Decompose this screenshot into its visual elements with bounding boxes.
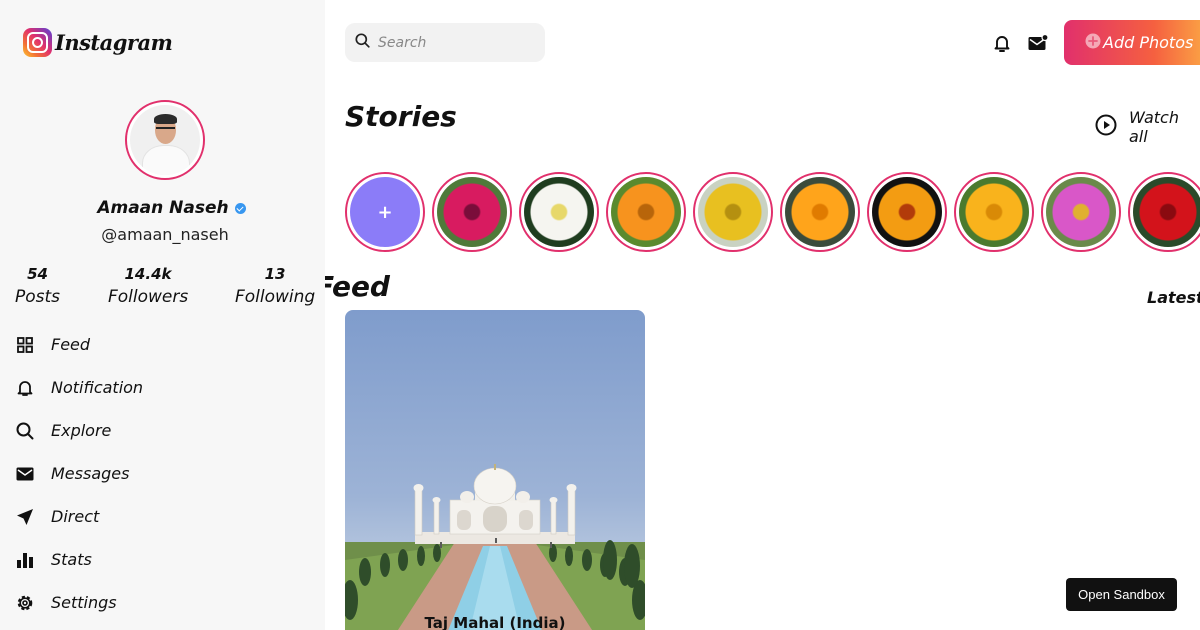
- flower-story-thumbnail: [524, 177, 594, 247]
- flower-story-thumbnail: [698, 177, 768, 247]
- avatar-photo: [130, 105, 200, 175]
- add-photos-label: Add Photos: [1103, 33, 1194, 52]
- stories-row: +: [345, 172, 1200, 252]
- stat-following[interactable]: 13 Following: [235, 265, 315, 307]
- profile-avatar[interactable]: [125, 100, 205, 180]
- story-item[interactable]: [1041, 172, 1121, 252]
- flower-icon: [791, 183, 849, 241]
- sidebar-item-label: Explore: [51, 421, 112, 440]
- sidebar-item-settings[interactable]: Settings: [16, 581, 143, 624]
- profile-name-row: Amaan Naseh: [0, 198, 325, 218]
- flower-icon: [704, 183, 762, 241]
- stat-followers[interactable]: 14.4k Followers: [108, 265, 188, 307]
- flower-icon: [878, 183, 936, 241]
- add-story-avatar: +: [350, 177, 420, 247]
- flower-icon: [1139, 183, 1197, 241]
- flower-story-thumbnail: [1046, 177, 1116, 247]
- search-icon: [16, 422, 34, 440]
- plus-circle-icon: [1085, 33, 1101, 53]
- sidebar-item-stats[interactable]: Stats: [16, 538, 143, 581]
- plus-icon: +: [377, 201, 393, 223]
- send-icon: [16, 508, 34, 526]
- brand-wordmark: Instagram: [55, 30, 173, 55]
- gear-icon: [16, 594, 34, 612]
- stat-value: 54: [27, 265, 48, 283]
- instagram-logo-icon: [23, 28, 52, 57]
- play-circle-icon: [1095, 114, 1117, 140]
- stat-value: 13: [264, 265, 286, 283]
- flower-icon: [443, 183, 501, 241]
- post-caption: Taj Mahal (India): [424, 614, 566, 630]
- flower-story-thumbnail: [1133, 177, 1200, 247]
- flower-icon: [965, 183, 1023, 241]
- flower-icon: [530, 183, 588, 241]
- brand-logo[interactable]: Instagram: [23, 28, 173, 57]
- feed-title: Feed: [325, 270, 390, 303]
- flower-story-thumbnail: [785, 177, 855, 247]
- stat-label: Following: [235, 287, 316, 307]
- sidebar-item-messages[interactable]: Messages: [16, 452, 143, 495]
- watch-all-button[interactable]: Watch all: [1095, 108, 1200, 146]
- stat-value: 14.4k: [124, 265, 172, 283]
- sidebar-item-label: Messages: [51, 464, 130, 483]
- search-icon: [355, 33, 370, 52]
- sidebar-item-notification[interactable]: Notification: [16, 366, 143, 409]
- flower-story-thumbnail: [959, 177, 1029, 247]
- flower-icon: [617, 183, 675, 241]
- sidebar-item-explore[interactable]: Explore: [16, 409, 143, 452]
- story-item[interactable]: [1128, 172, 1200, 252]
- sidebar-item-label: Settings: [51, 593, 117, 612]
- sidebar-item-label: Feed: [51, 335, 91, 354]
- story-item[interactable]: [693, 172, 773, 252]
- story-item[interactable]: [780, 172, 860, 252]
- verified-badge-icon: [234, 202, 246, 214]
- story-item[interactable]: [519, 172, 599, 252]
- sidebar-item-label: Direct: [51, 507, 100, 526]
- profile-name: Amaan Naseh: [97, 198, 229, 218]
- story-item[interactable]: [606, 172, 686, 252]
- flower-story-thumbnail: [437, 177, 507, 247]
- sidebar: Instagram Amaan Naseh @amaan_naseh 54 Po…: [0, 0, 325, 630]
- watch-all-label: Watch all: [1129, 108, 1179, 146]
- stat-posts[interactable]: 54 Posts: [15, 265, 60, 307]
- app-root: Instagram Amaan Naseh @amaan_naseh 54 Po…: [0, 0, 1200, 630]
- main-content: Add Photos Stories Watch all + Feed Late…: [325, 0, 1200, 630]
- bar-chart-icon: [16, 551, 34, 569]
- mail-notification-icon[interactable]: [1027, 32, 1049, 54]
- stories-title: Stories: [345, 100, 457, 133]
- story-item[interactable]: [867, 172, 947, 252]
- profile-stats: 54 Posts 14.4k Followers 13 Following: [0, 265, 325, 315]
- flower-icon: [1052, 183, 1110, 241]
- sidebar-nav: Feed Notification Explore Messages Direc…: [16, 323, 143, 624]
- feed-post[interactable]: Taj Mahal (India): [345, 310, 645, 630]
- bell-icon: [16, 379, 34, 397]
- add-story-button[interactable]: +: [345, 172, 425, 252]
- sidebar-item-direct[interactable]: Direct: [16, 495, 143, 538]
- open-sandbox-button[interactable]: Open Sandbox: [1066, 578, 1177, 611]
- profile-handle: @amaan_naseh: [101, 225, 229, 244]
- flower-story-thumbnail: [611, 177, 681, 247]
- grid-icon: [16, 336, 34, 354]
- stat-label: Followers: [108, 287, 189, 307]
- story-item[interactable]: [432, 172, 512, 252]
- bell-icon[interactable]: [991, 32, 1013, 54]
- search-bar[interactable]: [345, 23, 545, 62]
- sidebar-item-label: Stats: [51, 550, 92, 569]
- add-photos-button[interactable]: Add Photos: [1064, 20, 1200, 65]
- search-input[interactable]: [378, 34, 528, 51]
- sidebar-item-feed[interactable]: Feed: [16, 323, 143, 366]
- sort-latest[interactable]: Latest: [1147, 288, 1200, 307]
- flower-story-thumbnail: [872, 177, 942, 247]
- stat-label: Posts: [15, 287, 61, 307]
- mail-icon: [16, 465, 34, 483]
- taj-mahal-photo: [345, 464, 645, 630]
- sidebar-item-label: Notification: [51, 378, 144, 397]
- story-item[interactable]: [954, 172, 1034, 252]
